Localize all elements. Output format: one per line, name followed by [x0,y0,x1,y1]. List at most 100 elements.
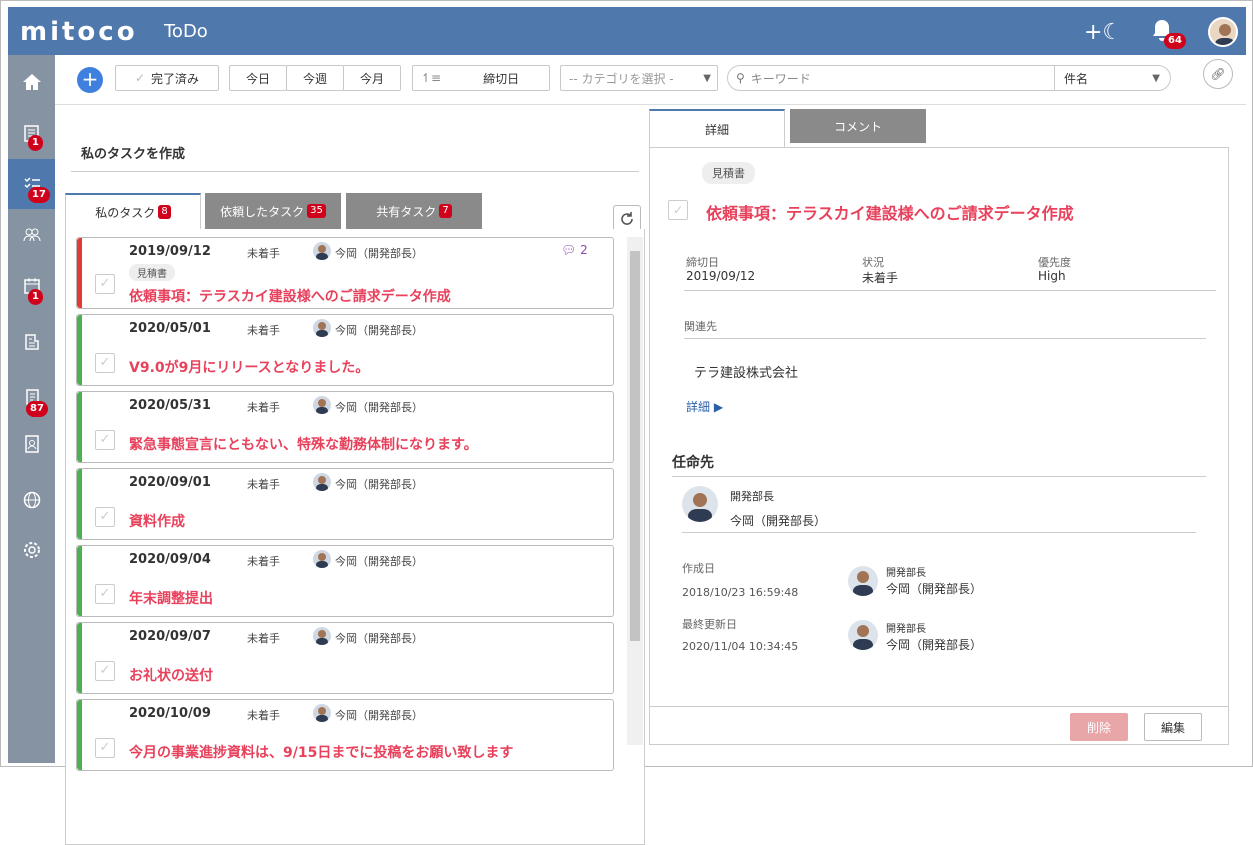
nav-calendar[interactable]: 1 [8,261,55,311]
owner-avatar [313,242,331,260]
task-due-date: 2020/09/01 [129,475,211,490]
attachment-icon[interactable]: 🔗︎ [1203,59,1233,89]
tab-comment[interactable]: コメント [790,109,926,143]
task-card[interactable]: 2020/09/07 未着手 今岡（開発部長） ✓ お礼状の送付 [76,622,614,694]
creator-role: 開発部長 [886,568,926,579]
create-task-title[interactable]: 私のタスクを作成 [81,143,185,162]
task-status: 未着手 [247,324,280,337]
task-status: 未着手 [247,247,280,260]
address-book-icon [24,435,39,453]
notification-bell-icon[interactable]: 64 [1148,17,1186,49]
priority-value: High [1038,269,1066,283]
task-list-panel: 私のタスクを作成 私のタスク 8 依頼したタスク 35 共有タスク 7 2019… [65,105,645,845]
task-checkbox[interactable]: ✓ [95,274,115,294]
task-checkbox[interactable]: ✓ [95,738,115,758]
nav-facility[interactable] [8,317,55,367]
divider [684,338,1206,339]
add-task-button[interactable]: + [77,67,103,93]
task-color-bar [77,700,82,770]
delete-button[interactable]: 削除 [1070,713,1128,741]
this-week-button[interactable]: 今週 [286,65,344,91]
task-owner: 今岡（開発部長） [335,478,423,491]
tab-shared-tasks[interactable]: 共有タスク 7 [346,193,482,229]
tab-requested-tasks[interactable]: 依頼したタスク 35 [205,193,341,229]
nav-workflow[interactable]: 87 [8,373,55,423]
assignee-name[interactable]: 今岡（開発部長） [730,512,826,529]
related-value[interactable]: テラ建設株式会社 [694,362,798,381]
owner-avatar [313,627,331,645]
updater-name[interactable]: 今岡（開発部長） [886,636,982,653]
group-icon [23,228,40,242]
task-due-date: 2020/05/31 [129,398,211,413]
nav-web[interactable] [8,475,55,525]
task-owner: 今岡（開発部長） [335,247,423,260]
task-list[interactable]: 2019/09/12 未着手 今岡（開発部長） 見積書 💬︎ 2 ✓ 依頼事項：テラスカイ建… [65,229,645,845]
scrollbar-thumb[interactable] [630,251,640,641]
tab-count-badge: 35 [307,204,326,218]
chevron-down-icon: ▼ [703,72,711,84]
edit-button[interactable]: 編集 [1144,713,1202,741]
task-checkbox[interactable]: ✓ [95,353,115,373]
this-month-button[interactable]: 今月 [343,65,401,91]
nav-documents[interactable]: 1 [8,109,55,159]
nav-address-book[interactable] [8,419,55,469]
task-owner: 今岡（開発部長） [335,555,423,568]
tab-my-tasks[interactable]: 私のタスク 8 [65,193,201,229]
task-checkbox[interactable]: ✓ [95,430,115,450]
category-select[interactable]: -- カテゴリを選択 - ▼ [560,65,718,91]
task-checkbox[interactable]: ✓ [95,507,115,527]
task-title: 依頼事項：テラスカイ建設様へのご請求データ作成 [129,289,451,305]
user-avatar[interactable] [1208,17,1238,47]
due-label: 締切日 [686,256,719,269]
task-checkbox[interactable]: ✓ [95,661,115,681]
task-status: 未着手 [247,632,280,645]
task-due-date: 2020/09/07 [129,629,211,644]
task-checkbox[interactable]: ✓ [95,584,115,604]
task-card[interactable]: 2020/09/01 未着手 今岡（開発部長） ✓ 資料作成 [76,468,614,540]
comment-count-value: 2 [580,243,588,257]
comment-icon: 💬︎ [561,243,577,257]
check-icon: ✓ [134,71,146,85]
complete-checkbox[interactable]: ✓ [668,200,688,220]
quick-add-icon[interactable]: +☾ [1084,20,1122,45]
scrollbar[interactable] [627,237,643,745]
divider [672,476,1206,477]
creator-avatar [848,566,878,596]
assignee-avatar [682,486,718,522]
detail-panel: 詳細 コメント 見積書 ✓ 依頼事項：テラスカイ建設様へのご請求データ作成 締切… [649,109,1229,745]
nav-groups[interactable] [8,209,55,259]
task-title: V9.0が9月にリリースとなりました。 [129,360,370,376]
task-status: 未着手 [247,478,280,491]
left-nav: 1 17 1 87 [8,55,55,763]
owner-avatar [313,319,331,337]
sort-button[interactable]: ↿≡ 締切日 [412,65,550,91]
nav-home[interactable] [8,57,55,107]
task-title: お礼状の送付 [129,668,213,684]
more-details-link[interactable]: 詳細 ▶ [686,398,723,415]
completed-filter-button[interactable]: ✓ 完了済み [115,65,219,91]
task-card[interactable]: 2020/10/09 未着手 今岡（開発部長） ✓ 今月の事業進捗資料は、9/15日まで… [76,699,614,771]
keyword-search[interactable]: ⚲ キーワード 件名 ▼ [727,65,1171,91]
home-icon [22,74,41,90]
task-card[interactable]: 2020/05/01 未着手 今岡（開発部長） ✓ V9.0が9月にリリースとなりました… [76,314,614,386]
comment-count[interactable]: 💬︎ 2 [561,243,588,257]
nav-settings[interactable] [8,525,55,575]
tab-detail[interactable]: 詳細 [649,109,785,147]
search-field-select[interactable]: 件名 [1064,70,1088,87]
creator-name[interactable]: 今岡（開発部長） [886,580,982,597]
updater-avatar [848,620,878,650]
task-card[interactable]: 2020/05/31 未着手 今岡（開発部長） ✓ 緊急事態宣言にともない、特殊な勤務体… [76,391,614,463]
task-color-bar [77,315,82,385]
mitoco-logo[interactable]: mitoco [20,17,138,47]
nav-todo[interactable]: 17 [8,159,55,209]
task-due-date: 2019/09/12 [129,244,211,259]
today-button[interactable]: 今日 [229,65,287,91]
task-card[interactable]: 2020/09/04 未着手 今岡（開発部長） ✓ 年末調整提出 [76,545,614,617]
task-owner: 今岡（開発部長） [335,324,423,337]
task-title: 年末調整提出 [129,591,213,607]
task-title: 今月の事業進捗資料は、9/15日までに投稿をお願い致します [129,745,514,761]
divider [650,706,1228,707]
task-color-bar [77,623,82,693]
task-card[interactable]: 2019/09/12 未着手 今岡（開発部長） 見積書 💬︎ 2 ✓ 依頼事項：テラスカイ建… [76,237,614,309]
created-label: 作成日 [682,562,715,575]
